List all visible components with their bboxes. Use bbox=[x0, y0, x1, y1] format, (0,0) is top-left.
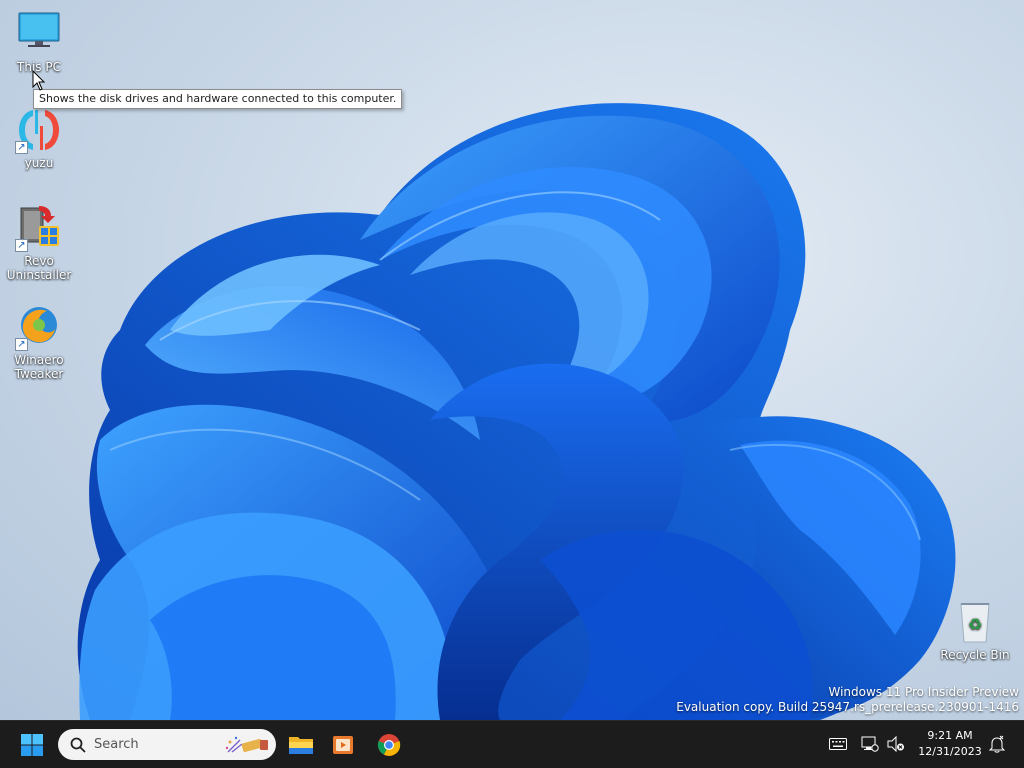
shortcut-arrow-icon: ↗ bbox=[15, 141, 28, 154]
keyboard-icon bbox=[829, 738, 847, 750]
mouse-cursor-icon bbox=[32, 70, 46, 91]
start-icon bbox=[21, 734, 43, 756]
desktop-icon-yuzu[interactable]: ↗ yuzu bbox=[1, 106, 77, 170]
start-button[interactable] bbox=[12, 725, 52, 765]
monitor-icon bbox=[15, 10, 63, 58]
notification-center-button[interactable] bbox=[987, 733, 1007, 755]
shortcut-arrow-icon: ↗ bbox=[15, 338, 28, 351]
watermark-line-build: Evaluation copy. Build 25947.rs_prerelea… bbox=[676, 700, 1019, 714]
svg-text:♻: ♻ bbox=[968, 615, 982, 634]
chrome-icon bbox=[377, 734, 401, 756]
file-explorer-icon bbox=[289, 737, 313, 754]
volume-button[interactable] bbox=[886, 733, 906, 755]
yuzu-icon: ↗ bbox=[15, 106, 63, 154]
touch-keyboard-button[interactable] bbox=[828, 733, 848, 755]
network-icon bbox=[861, 736, 879, 752]
clock-date: 12/31/2023 bbox=[918, 745, 982, 758]
search-highlight-fireworks-icon[interactable] bbox=[220, 732, 272, 758]
revo-uninstaller-icon: ↗ bbox=[15, 204, 63, 252]
recycle-bin-icon: ♻ bbox=[951, 598, 999, 646]
desktop-icon-recycle-bin[interactable]: ♻ Recycle Bin bbox=[937, 598, 1013, 662]
search-icon bbox=[70, 737, 86, 753]
winaero-tweaker-icon: ↗ bbox=[15, 303, 63, 351]
shortcut-arrow-icon: ↗ bbox=[15, 239, 28, 252]
desktop-icon-label: yuzu bbox=[24, 156, 54, 170]
desktop-icon-label: Revo Uninstaller bbox=[6, 254, 72, 282]
desktop-icon-this-pc[interactable]: This PC bbox=[1, 10, 77, 74]
search-placeholder: Search bbox=[94, 737, 139, 752]
taskbar: Search 9:21 AM 12/31/2023 bbox=[0, 720, 1024, 768]
file-explorer-button[interactable] bbox=[281, 725, 321, 765]
media-player-button[interactable] bbox=[323, 725, 363, 765]
desktop-icon-revo-uninstaller[interactable]: ↗ Revo Uninstaller bbox=[1, 204, 77, 282]
desktop-icon-winaero-tweaker[interactable]: ↗ Winaero Tweaker bbox=[1, 303, 77, 381]
media-player-icon bbox=[333, 736, 353, 754]
desktop[interactable]: This PC ↗ yuzu ↗ Revo Uninstaller ↗ Wina… bbox=[0, 0, 1024, 720]
watermark-line-edition: Windows 11 Pro Insider Preview bbox=[828, 685, 1019, 699]
volume-muted-icon bbox=[887, 736, 904, 752]
clock-time: 9:21 AM bbox=[927, 729, 973, 742]
tooltip: Shows the disk drives and hardware conne… bbox=[33, 89, 403, 109]
clock[interactable]: 9:21 AM 12/31/2023 bbox=[915, 728, 985, 760]
search-box[interactable]: Search bbox=[58, 729, 276, 760]
desktop-icon-label: Winaero Tweaker bbox=[14, 353, 64, 381]
desktop-icon-label: Recycle Bin bbox=[940, 648, 1010, 662]
chrome-button[interactable] bbox=[369, 725, 409, 765]
notification-icon bbox=[988, 735, 1006, 753]
evaluation-watermark: Windows 11 Pro Insider Preview Evaluatio… bbox=[676, 685, 1019, 715]
network-button[interactable] bbox=[860, 733, 880, 755]
